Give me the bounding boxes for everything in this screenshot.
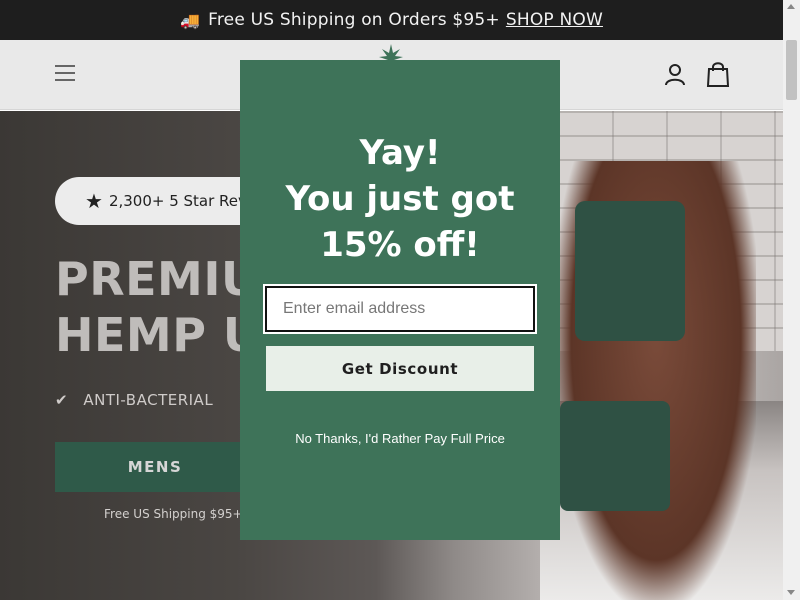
scroll-up-icon[interactable] bbox=[787, 4, 795, 9]
page-scrollbar[interactable] bbox=[783, 0, 800, 600]
popup-heading-line3: 15% off! bbox=[320, 225, 480, 265]
discount-popup: Yay! You just got 15% off! Get Discount … bbox=[240, 60, 560, 540]
popup-heading: Yay! You just got 15% off! bbox=[240, 130, 560, 268]
scroll-down-icon[interactable] bbox=[787, 590, 795, 595]
no-thanks-link[interactable]: No Thanks, I'd Rather Pay Full Price bbox=[240, 431, 560, 446]
email-input[interactable] bbox=[263, 284, 537, 334]
popup-heading-line1: Yay! bbox=[359, 133, 441, 173]
get-discount-button[interactable]: Get Discount bbox=[266, 346, 534, 391]
scroll-thumb[interactable] bbox=[786, 40, 797, 100]
popup-heading-line2: You just got bbox=[285, 179, 515, 219]
